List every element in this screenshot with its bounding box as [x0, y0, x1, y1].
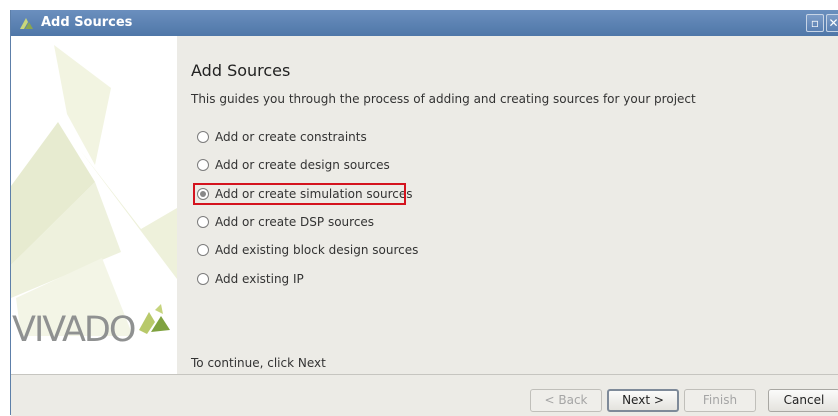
brand-panel: VIVADO: [11, 36, 177, 374]
selection-highlight-box: [193, 183, 406, 205]
maximize-icon[interactable]: ▫: [806, 14, 824, 32]
radio-button[interactable]: [197, 244, 209, 256]
next-button[interactable]: Next >: [607, 389, 679, 412]
close-icon[interactable]: ✕: [826, 14, 838, 32]
cancel-button[interactable]: Cancel: [768, 389, 838, 412]
radio-button[interactable]: [197, 159, 209, 171]
title-bar[interactable]: Add Sources ▫ ✕: [11, 10, 838, 36]
radio-button[interactable]: [197, 216, 209, 228]
button-bar: < Back Next > Finish Cancel: [11, 374, 838, 416]
page-title: Add Sources: [191, 61, 291, 80]
finish-button[interactable]: Finish: [684, 389, 756, 412]
wizard-content: Add Sources This guides you through the …: [177, 36, 838, 374]
option-label: Add existing IP: [215, 272, 304, 286]
add-sources-dialog: Add Sources ▫ ✕ VIVADO Add Sources This …: [10, 10, 838, 416]
option-dsp-sources[interactable]: Add or create DSP sources: [197, 213, 374, 231]
option-label: Add existing block design sources: [215, 243, 419, 257]
option-block-design-sources[interactable]: Add existing block design sources: [197, 241, 418, 259]
option-constraints[interactable]: Add or create constraints: [197, 128, 367, 146]
continue-hint: To continue, click Next: [191, 356, 326, 370]
radio-button[interactable]: [197, 131, 209, 143]
option-design-sources[interactable]: Add or create design sources: [197, 156, 390, 174]
option-existing-ip[interactable]: Add existing IP: [197, 270, 304, 288]
option-label: Add or create DSP sources: [215, 215, 375, 229]
window-title: Add Sources: [41, 15, 133, 30]
vivado-logo-icon: [139, 304, 170, 334]
option-label: Add or create constraints: [215, 130, 367, 144]
option-label: Add or create design sources: [215, 158, 390, 172]
vivado-logo-icon: [20, 18, 33, 29]
back-button[interactable]: < Back: [530, 389, 602, 412]
page-description: This guides you through the process of a…: [191, 92, 696, 106]
vivado-logo: VIVADO: [12, 310, 136, 350]
radio-button[interactable]: [197, 273, 209, 285]
